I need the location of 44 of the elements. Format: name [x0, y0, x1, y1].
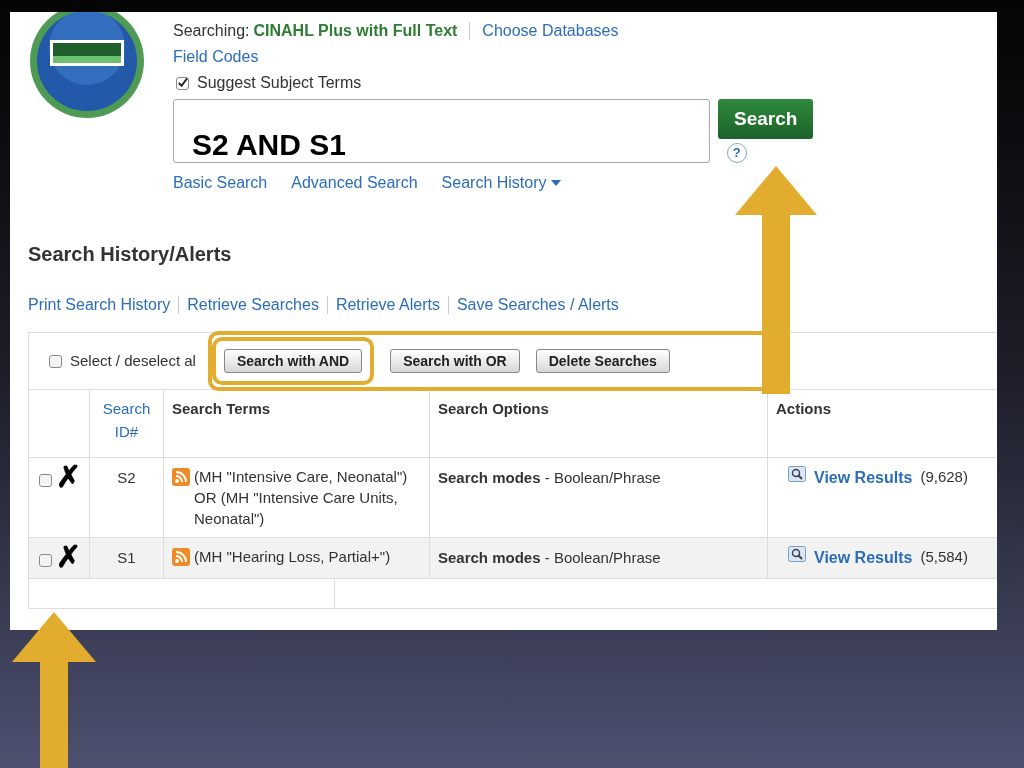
result-count: (5,584): [920, 547, 968, 567]
query-annotation: S2 AND S1: [192, 130, 346, 160]
x-mark: ✗: [56, 542, 81, 572]
view-results-link[interactable]: View Results: [814, 546, 913, 570]
search-field[interactable]: S2 AND S1: [173, 99, 710, 163]
column-header: Actions: [776, 399, 832, 419]
history-button[interactable]: Delete Searches: [535, 349, 670, 373]
checkbox[interactable]: [176, 76, 189, 90]
column-header: Search Options: [438, 399, 550, 419]
result-count: (9,628): [920, 467, 968, 487]
search-id: S1: [117, 549, 136, 566]
search-terms: (MH "Hearing Loss, Partial+"): [194, 547, 391, 567]
magnifier-icon: [788, 546, 806, 562]
history-button[interactable]: Search with AND: [223, 349, 363, 374]
rss-icon[interactable]: [172, 468, 190, 486]
checkbox[interactable]: [39, 474, 52, 487]
history-link[interactable]: Retrieve Searches: [187, 293, 319, 317]
nav-link[interactable]: Advanced Search: [291, 171, 418, 195]
field-codes-link[interactable]: Field Codes: [173, 45, 997, 69]
search-options: Search modes - Boolean/Phrase: [438, 549, 661, 566]
search-options: Search modes - Boolean/Phrase: [438, 469, 661, 486]
history-button[interactable]: Search with OR: [390, 349, 520, 373]
section-title: Search History/Alerts: [28, 242, 233, 267]
magnifier-icon: [788, 466, 806, 482]
search-button[interactable]: Search: [718, 99, 814, 139]
search-id: S2: [117, 469, 136, 486]
suggest-label: Suggest Subject Terms: [197, 73, 362, 93]
x-mark: ✗: [56, 462, 81, 492]
history-link[interactable]: Print Search History: [28, 293, 171, 317]
rss-icon[interactable]: [172, 548, 190, 566]
choose-databases-link[interactable]: Choose Databases: [482, 19, 619, 43]
search-terms: (MH "Intensive Care, Neonatal") OR (MH "Intensive Care Units, Neonatal"): [194, 467, 409, 529]
select-all-label: Select / deselect al: [70, 350, 196, 371]
history-link[interactable]: Retrieve Alerts: [335, 293, 440, 317]
view-results-link[interactable]: View Results: [814, 466, 913, 490]
checkbox[interactable]: [49, 354, 62, 368]
searching-label: Searching:: [173, 21, 250, 41]
nav-link[interactable]: Basic Search: [173, 171, 268, 195]
checkbox[interactable]: [39, 554, 52, 567]
nav-link[interactable]: Search History: [441, 171, 561, 195]
column-header[interactable]: Search ID#: [98, 398, 155, 443]
column-header: Search Terms: [172, 399, 272, 419]
history-link[interactable]: Save Searches / Alerts: [456, 293, 619, 317]
database-name: CINAHL Plus with Full Text: [253, 21, 458, 41]
